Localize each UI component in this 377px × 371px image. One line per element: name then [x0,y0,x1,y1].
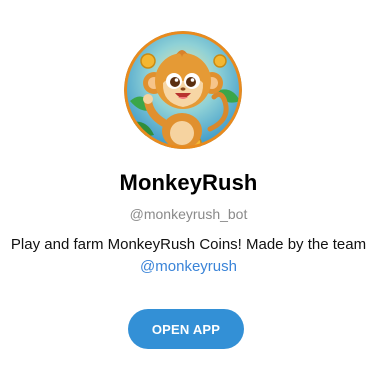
bot-description-text: Play and farm MonkeyRush Coins! Made by … [10,236,367,253]
open-app-button[interactable]: OPEN APP [128,309,244,349]
bot-username: @monkeyrush_bot [129,206,248,222]
bot-description: Play and farm MonkeyRush Coins! Made by … [10,234,367,278]
bot-name: MonkeyRush [119,170,258,195]
bot-profile-card: MonkeyRush @monkeyrush_bot Play and farm… [0,0,377,371]
bot-avatar [124,31,242,149]
team-mention-link[interactable]: @monkeyrush [140,258,237,275]
monkey-mascot-icon [124,31,242,149]
